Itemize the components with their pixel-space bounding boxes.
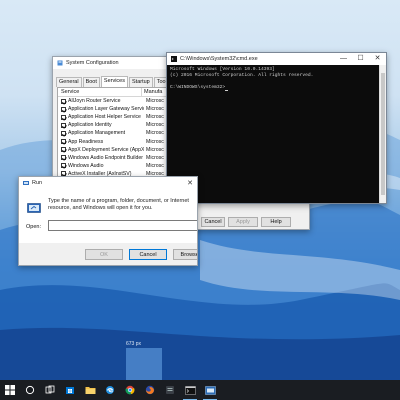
tab-boot[interactable]: Boot	[82, 77, 100, 87]
service-row[interactable]: Application Host Helper Service Microsc	[58, 113, 168, 121]
service-name: Windows Audio Endpoint Builder	[68, 154, 143, 161]
firefox-icon[interactable]	[140, 380, 160, 400]
cmd-scrollbar[interactable]	[379, 65, 386, 203]
service-row[interactable]: Application Layer Gateway Service Microsc	[58, 105, 168, 113]
windows-start-icon[interactable]	[0, 380, 20, 400]
service-row[interactable]: Windows Audio Endpoint Builder Microsc	[58, 154, 168, 162]
unknown-app-icon[interactable]	[160, 380, 180, 400]
tab-services[interactable]: Services	[100, 76, 128, 87]
service-name: Application Identity	[68, 122, 112, 129]
open-input[interactable]: ⌄	[48, 220, 197, 231]
service-name: AllJoyn Router Service	[68, 98, 121, 105]
service-name: App Readiness	[68, 138, 104, 145]
service-row[interactable]: Application Identity Microsc	[58, 121, 168, 129]
cmd-icon	[171, 56, 177, 62]
help-button[interactable]: Help	[261, 217, 291, 227]
store-icon[interactable]	[60, 380, 80, 400]
service-manufacturer: Microsc	[146, 130, 164, 137]
edge-icon[interactable]	[100, 380, 120, 400]
apply-button[interactable]: Apply	[228, 217, 258, 227]
cmd-console[interactable]: Microsoft Windows [Version 10.0.14393] (…	[167, 65, 386, 203]
service-row[interactable]: AllJoyn Router Service Microsc	[58, 97, 168, 105]
run-description: Type the name of a program, folder, docu…	[48, 198, 189, 211]
run-title: Run	[32, 180, 43, 186]
selection-size-label: 673 px	[126, 341, 142, 347]
cmd-window-controls: — ☐ ✕	[335, 53, 386, 65]
service-checkbox[interactable]	[61, 130, 66, 136]
file-explorer-icon[interactable]	[80, 380, 100, 400]
cmd-title: C:\Windows\System32\cmd.exe	[180, 56, 258, 62]
service-checkbox[interactable]	[61, 106, 66, 112]
run-buttons: OK Cancel Browse...	[85, 249, 197, 260]
service-manufacturer: Microsc	[146, 146, 164, 153]
task-view-icon[interactable]	[40, 380, 60, 400]
cortana-icon[interactable]	[20, 380, 40, 400]
service-manufacturer: Microsc	[146, 154, 164, 161]
service-row[interactable]: Application Management Microsc	[58, 129, 168, 137]
browse-button[interactable]: Browse...	[173, 249, 197, 260]
column-header-service[interactable]: Service	[58, 88, 142, 96]
system-configuration-buttons: Cancel Apply Help	[201, 217, 291, 227]
service-manufacturer: Microsc	[146, 122, 164, 129]
msconfig-icon	[57, 60, 63, 66]
minimize-button[interactable]: —	[335, 53, 352, 65]
run-titlebar[interactable]: Run ✕	[19, 177, 197, 189]
service-name: AppX Deployment Service (AppX...	[68, 146, 144, 153]
taskbar	[0, 380, 400, 400]
tab-startup[interactable]: Startup	[129, 77, 153, 87]
service-checkbox[interactable]	[61, 163, 66, 169]
cmd-prompt-line: C:\WINDOWS\system32>	[170, 85, 383, 91]
service-row[interactable]: AppX Deployment Service (AppX... Microsc	[58, 146, 168, 154]
service-row[interactable]: Windows Audio Microsc	[58, 162, 168, 170]
run-body: Type the name of a program, folder, docu…	[19, 189, 197, 245]
selection-rectangle[interactable]	[126, 348, 162, 380]
chrome-icon[interactable]	[120, 380, 140, 400]
service-name: Application Host Helper Service	[68, 114, 141, 121]
service-row[interactable]: App Readiness Microsc	[58, 137, 168, 145]
column-header-manufacturer[interactable]: Manufa	[142, 88, 168, 96]
close-button[interactable]: ✕	[369, 53, 386, 65]
service-checkbox[interactable]	[61, 147, 66, 153]
maximize-button[interactable]: ☐	[352, 53, 369, 65]
service-manufacturer: Microsc	[146, 106, 164, 113]
service-name: Application Layer Gateway Service	[68, 106, 144, 113]
service-manufacturer: Microsc	[146, 114, 164, 121]
ok-button[interactable]: OK	[85, 249, 123, 260]
cancel-button[interactable]: Cancel	[129, 249, 167, 260]
service-manufacturer: Microsc	[146, 138, 164, 145]
settings-icon[interactable]	[200, 380, 220, 400]
cancel-button[interactable]: Cancel	[201, 217, 225, 227]
service-checkbox[interactable]	[61, 114, 66, 120]
service-name: Application Management	[68, 130, 126, 137]
service-manufacturer: Microsc	[146, 98, 164, 105]
cmd-titlebar[interactable]: C:\Windows\System32\cmd.exe — ☐ ✕	[167, 53, 386, 65]
service-checkbox[interactable]	[61, 98, 66, 104]
service-checkbox[interactable]	[61, 155, 66, 161]
cmd-window: C:\Windows\System32\cmd.exe — ☐ ✕ Micros…	[166, 52, 387, 204]
service-checkbox[interactable]	[61, 139, 66, 145]
run-title-icon	[23, 181, 29, 185]
cmd-prompt: C:\WINDOWS\system32>	[170, 85, 226, 90]
tab-general[interactable]: General	[56, 77, 82, 87]
open-label: Open:	[26, 224, 41, 230]
close-button[interactable]: ✕	[183, 179, 197, 187]
cmd-cursor	[225, 90, 229, 91]
run-footer: OK Cancel Browse...	[19, 243, 197, 265]
service-name: Windows Audio	[68, 162, 104, 169]
cmd-icon[interactable]	[180, 380, 200, 400]
run-dialog: Run ✕ Type the name of a program, folder…	[18, 176, 198, 266]
service-manufacturer: Microsc	[146, 162, 164, 169]
run-program-icon	[27, 203, 41, 213]
services-header: Service Manufa	[58, 88, 168, 97]
service-checkbox[interactable]	[61, 122, 66, 128]
